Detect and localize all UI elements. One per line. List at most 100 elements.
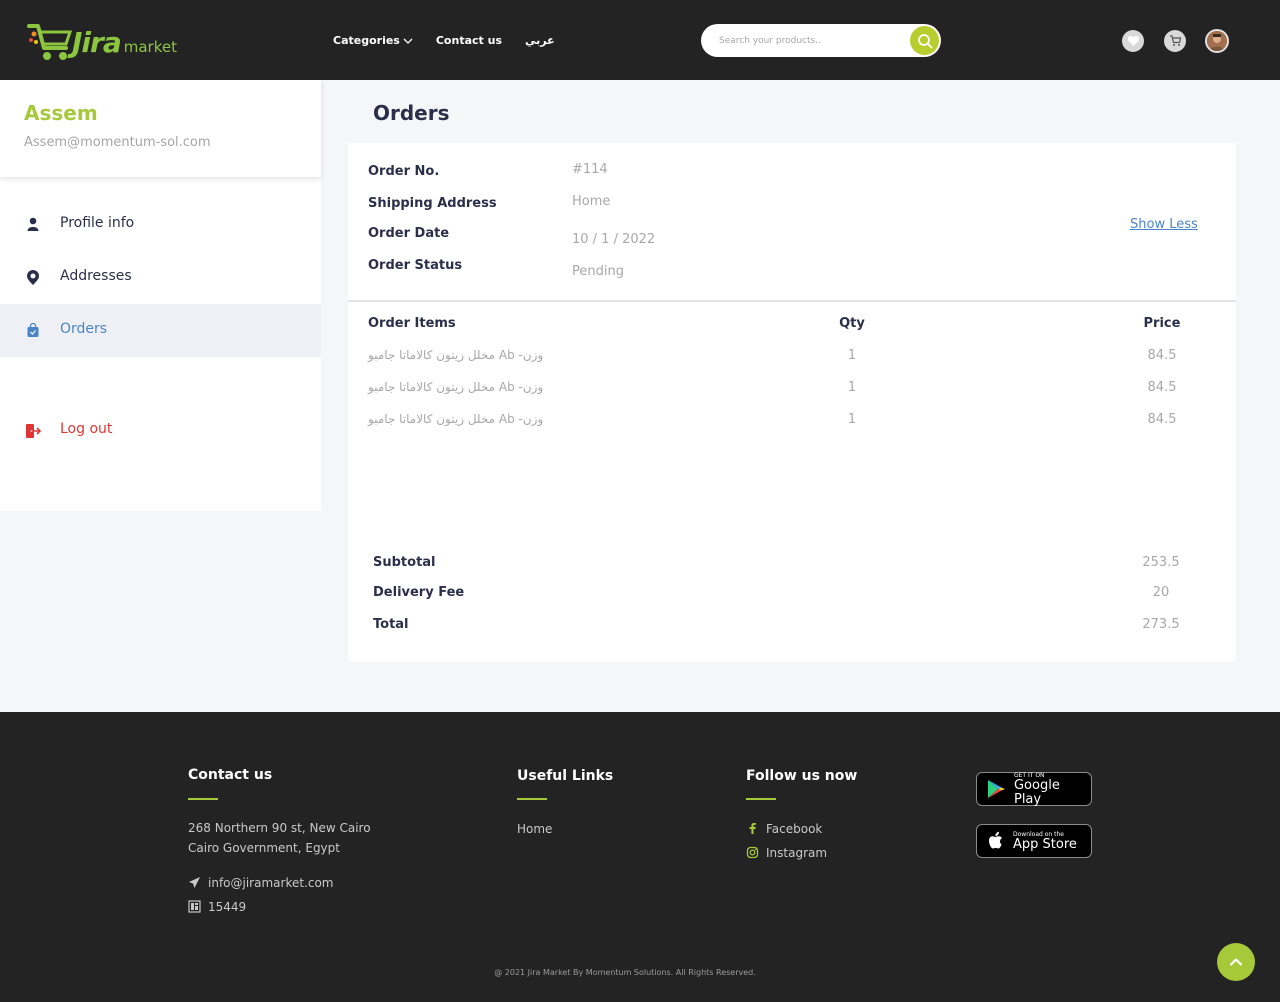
- app-store-big-text: App Store: [1013, 836, 1077, 852]
- order-details-card: Order No. #114 Shipping Address Home Ord…: [348, 143, 1236, 662]
- sidebar-item-orders[interactable]: Orders: [0, 304, 321, 357]
- footer-email-link[interactable]: info@jiramarket.com: [188, 876, 334, 890]
- item-qty: 1: [847, 348, 857, 363]
- instagram-label: Instagram: [766, 846, 828, 860]
- section-divider: [348, 300, 1236, 302]
- heart-icon: [1127, 35, 1139, 46]
- column-header-price: Price: [1143, 316, 1181, 331]
- delivery-fee-label: Delivery Fee: [373, 585, 465, 600]
- item-name: مخلل زيتون كالاماتا جامبو Ab -وزن: [368, 348, 544, 362]
- sidebar-item-label: Log out: [60, 421, 113, 437]
- logout-icon: [24, 422, 41, 439]
- footer-email: info@jiramarket.com: [208, 876, 334, 890]
- sidebar-item-profile-info[interactable]: Profile info: [0, 198, 321, 251]
- top-navbar: Jira market Categories Contact us عربي: [0, 0, 1280, 80]
- logo-main-text: Jira: [72, 25, 122, 59]
- nav-contact-label: Contact us: [435, 34, 502, 47]
- search-icon: [917, 33, 932, 48]
- item-price: 84.5: [1147, 380, 1177, 395]
- shipping-address-label: Shipping Address: [368, 196, 497, 211]
- google-play-big-text: Google Play: [1013, 777, 1060, 807]
- footer-instagram-link[interactable]: Instagram: [746, 846, 827, 860]
- order-date-label: Order Date: [368, 226, 450, 241]
- delivery-fee-value: 20: [1152, 585, 1170, 600]
- location-pin-icon: [24, 269, 41, 286]
- chevron-down-icon: [403, 38, 413, 44]
- logo-sub-text: market: [123, 37, 177, 56]
- page-title: Orders: [373, 101, 450, 125]
- order-number-value: #114: [572, 162, 608, 177]
- heading-underline: [188, 798, 218, 800]
- facebook-label: Facebook: [766, 822, 823, 836]
- google-play-button[interactable]: GET IT ON Google Play: [976, 772, 1092, 806]
- order-status-label: Order Status: [368, 258, 463, 273]
- footer-address-line1: 268 Northern 90 st, New Cairo: [188, 821, 371, 835]
- logo-wordmark: Jira market: [72, 26, 177, 59]
- column-header-qty: Qty: [839, 316, 865, 331]
- chevron-up-icon: [1229, 958, 1243, 966]
- column-header-items: Order Items: [368, 316, 456, 331]
- nav-categories-label: Categories: [333, 34, 400, 47]
- site-logo[interactable]: Jira market: [26, 20, 186, 64]
- paper-plane-icon: [189, 877, 200, 888]
- footer-link-home[interactable]: Home: [517, 822, 552, 836]
- nav-categories[interactable]: Categories: [333, 34, 413, 47]
- item-qty: 1: [847, 412, 857, 427]
- app-store-button[interactable]: Download on the App Store: [976, 824, 1092, 858]
- main-nav: Categories Contact us عربي: [333, 34, 578, 47]
- logo-cart-icon: [26, 20, 78, 64]
- facebook-icon: [749, 823, 756, 834]
- search-bar: [701, 24, 941, 57]
- copyright-text: @ 2021 Jira Market By Momentum Solutions…: [494, 968, 756, 977]
- profile-card: Assem Assem@momentum-sol.com: [0, 80, 321, 177]
- sidebar-item-logout[interactable]: Log out: [0, 404, 321, 457]
- total-value: 273.5: [1142, 617, 1180, 632]
- footer-facebook-link[interactable]: Facebook: [746, 822, 822, 836]
- search-input[interactable]: [719, 32, 899, 49]
- footer-address-line2: Cairo Government, Egypt: [188, 841, 340, 855]
- sidebar-item-addresses[interactable]: Addresses: [0, 251, 321, 304]
- profile-name: Assem: [24, 101, 98, 125]
- footer-contact-heading: Contact us: [188, 767, 273, 783]
- order-number-label: Order No.: [368, 164, 440, 179]
- footer-phone: 15449: [188, 900, 246, 914]
- nav-language-label: عربي: [525, 34, 555, 47]
- search-button[interactable]: [910, 26, 939, 55]
- wishlist-button[interactable]: [1122, 30, 1144, 52]
- user-avatar[interactable]: [1205, 29, 1229, 53]
- shipping-address-value: Home: [572, 194, 611, 209]
- item-qty: 1: [847, 380, 857, 395]
- item-name: مخلل زيتون كالاماتا جامبو Ab -وزن: [368, 380, 544, 394]
- sidebar-item-label: Orders: [60, 321, 108, 337]
- footer-phone-number: 15449: [208, 900, 247, 914]
- footer-links-heading: Useful Links: [517, 768, 614, 784]
- google-play-icon: [987, 780, 1005, 798]
- item-name: مخلل زيتون كالاماتا جامبو Ab -وزن: [368, 412, 544, 426]
- item-price: 84.5: [1147, 412, 1177, 427]
- account-sidebar: Assem Assem@momentum-sol.com Profile inf…: [0, 80, 321, 511]
- subtotal-value: 253.5: [1142, 555, 1180, 570]
- instagram-icon: [746, 846, 759, 859]
- nav-contact-us[interactable]: Contact us: [436, 34, 502, 47]
- total-label: Total: [373, 617, 409, 632]
- site-footer: Contact us 268 Northern 90 st, New Cairo…: [0, 712, 1280, 1002]
- heading-underline: [517, 798, 547, 800]
- user-icon: [24, 216, 41, 233]
- cart-icon: [1169, 35, 1181, 46]
- cart-button[interactable]: [1164, 30, 1186, 52]
- phone-icon: [188, 900, 201, 913]
- user-photo-icon: [1207, 31, 1227, 51]
- order-date-value: 10 / 1 / 2022: [572, 232, 656, 247]
- show-less-link[interactable]: Show Less: [1130, 217, 1198, 232]
- footer-social-heading: Follow us now: [746, 768, 858, 784]
- profile-email: Assem@momentum-sol.com: [24, 135, 211, 150]
- order-status-value: Pending: [572, 264, 624, 279]
- bag-icon: [24, 322, 41, 339]
- subtotal-label: Subtotal: [373, 555, 436, 570]
- scroll-to-top-button[interactable]: [1217, 943, 1255, 981]
- item-price: 84.5: [1147, 348, 1177, 363]
- sidebar-item-label: Profile info: [60, 215, 135, 231]
- nav-language-toggle[interactable]: عربي: [525, 34, 555, 47]
- sidebar-item-label: Addresses: [60, 268, 132, 284]
- heading-underline: [746, 798, 776, 800]
